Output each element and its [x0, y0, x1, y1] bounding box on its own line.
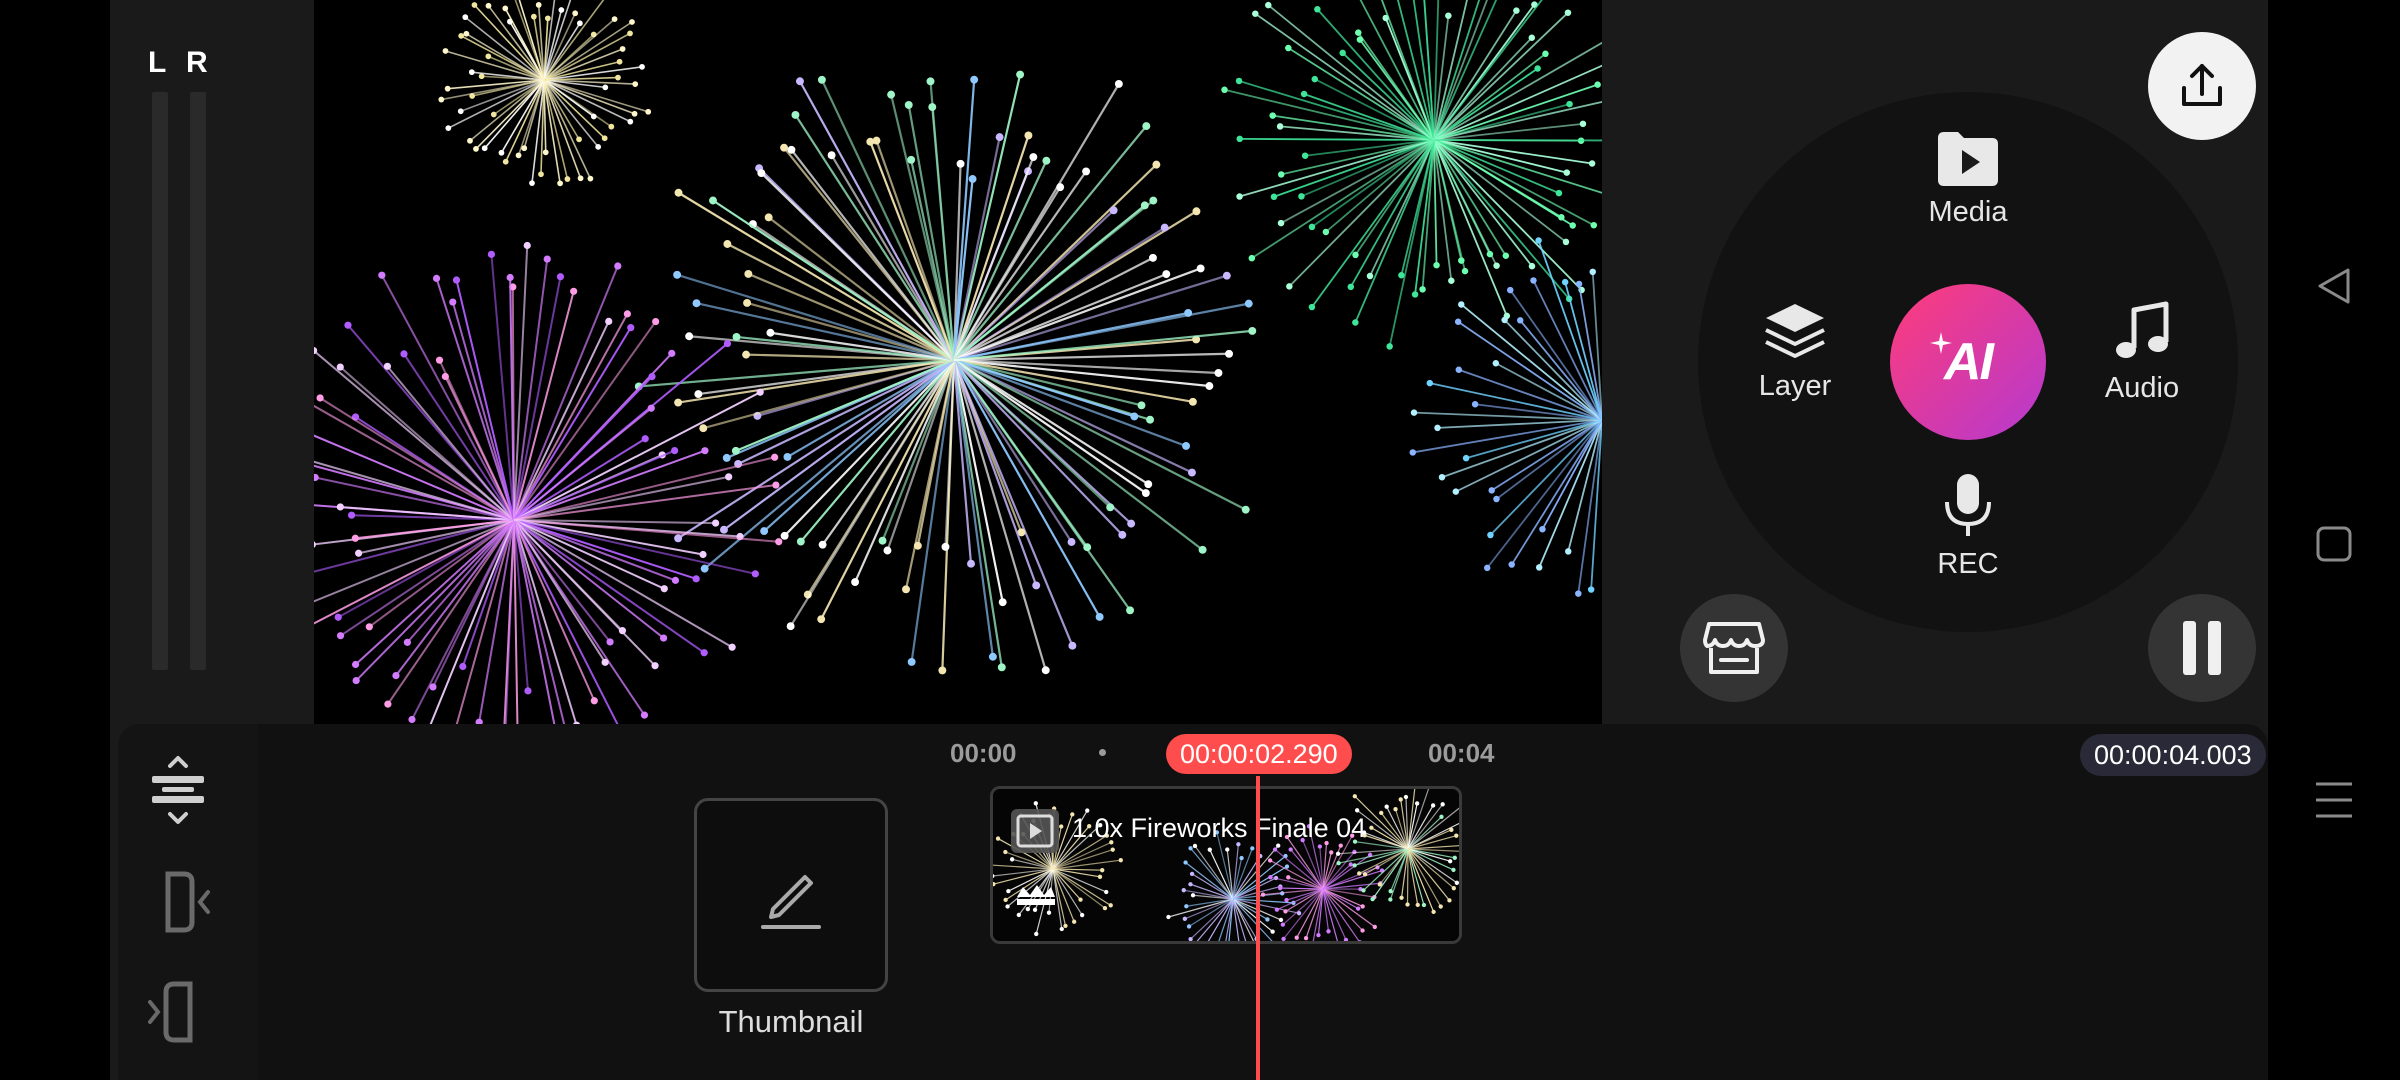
export-button[interactable]	[2148, 32, 2256, 140]
rec-button[interactable]: REC	[1900, 472, 2036, 581]
video-preview[interactable]	[314, 0, 1602, 724]
timeline-tick-start: 00:00	[950, 738, 1017, 768]
sparkle-icon	[1930, 332, 1952, 354]
trim-start-icon[interactable]	[162, 870, 216, 934]
thumbnail-button[interactable]	[694, 798, 888, 992]
home-nav-icon[interactable]	[2316, 526, 2352, 562]
media-folder-icon	[1938, 132, 1998, 186]
recents-nav-icon[interactable]	[2314, 780, 2354, 820]
music-note-icon	[2116, 301, 2169, 358]
media-label: Media	[1928, 196, 2008, 228]
timeline-tick-dot	[1099, 749, 1106, 756]
meter-left-label: L	[148, 46, 167, 79]
video-clip[interactable]	[990, 786, 1462, 944]
layer-label: Layer	[1758, 370, 1832, 402]
current-time-badge: 00:00:02.290	[1166, 734, 1352, 774]
back-nav-icon[interactable]	[2314, 266, 2354, 306]
layer-button[interactable]: Layer	[1725, 300, 1865, 403]
share-upload-icon	[2182, 64, 2222, 106]
clip-filmstrip	[993, 789, 1459, 941]
ai-button[interactable]: AI	[1890, 284, 2046, 440]
track-height-icon[interactable]	[148, 754, 208, 826]
microphone-icon	[1945, 474, 1991, 536]
audio-label: Audio	[2104, 372, 2180, 404]
store-icon	[1703, 622, 1765, 674]
duration-badge: 00:00:04.003	[2080, 734, 2266, 776]
pause-icon	[2183, 621, 2221, 675]
pencil-icon	[761, 875, 821, 929]
audio-button[interactable]: Audio	[2072, 300, 2212, 405]
layers-icon	[1765, 304, 1825, 358]
pause-button[interactable]	[2148, 594, 2256, 702]
thumbnail-label: Thumbnail	[718, 1004, 864, 1039]
store-button[interactable]	[1680, 594, 1788, 702]
audio-meter-left	[152, 92, 168, 670]
timeline-tick-end: 00:04	[1428, 738, 1495, 768]
playhead[interactable]	[1256, 776, 1260, 1080]
rec-label: REC	[1937, 548, 1999, 580]
meter-right-label: R	[186, 46, 208, 79]
trim-end-icon[interactable]	[142, 980, 196, 1044]
media-button[interactable]: Media	[1900, 130, 2036, 229]
audio-meter-right	[190, 92, 206, 670]
fireworks-image	[314, 0, 1602, 724]
clip-title: 1.0x Fireworks Finale 04	[1072, 813, 1367, 843]
